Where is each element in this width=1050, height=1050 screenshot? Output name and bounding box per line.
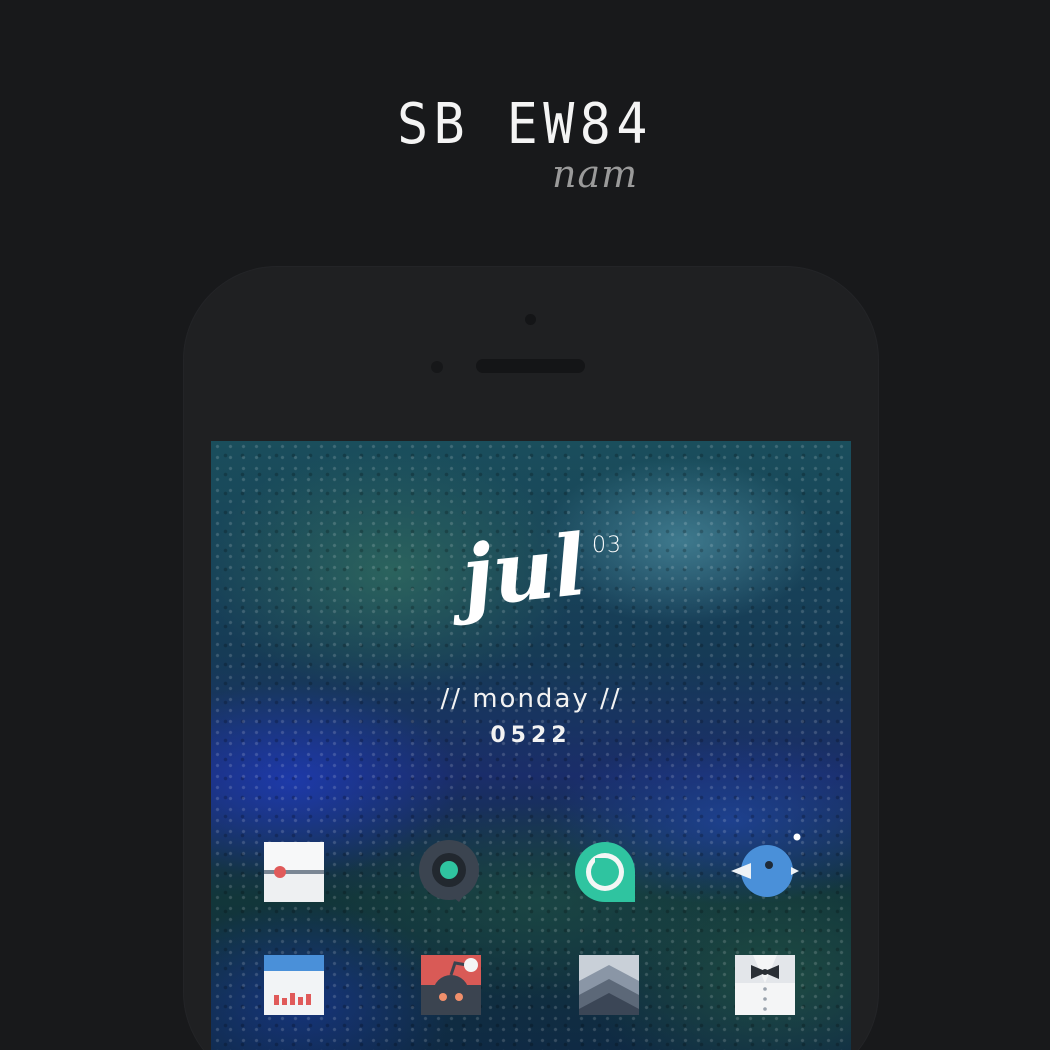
slider-settings-icon <box>264 842 324 902</box>
reddit-icon <box>421 955 481 1015</box>
promo-canvas: SB EW84 nam 03 jul // monday // 0522 <box>0 0 1050 1050</box>
app-slider-settings[interactable] <box>262 840 326 904</box>
home-screen: 03 jul // monday // 0522 <box>211 441 851 1050</box>
app-tuxedo[interactable] <box>733 953 797 1017</box>
widget-month: jul <box>457 514 591 627</box>
author-signature: nam <box>552 152 639 196</box>
app-bird[interactable] <box>729 833 801 897</box>
proximity-sensor <box>431 361 443 373</box>
widget-weekday: // monday // <box>440 684 622 714</box>
chat-bubble-icon <box>419 840 479 902</box>
refresh-bubble-icon <box>575 842 635 902</box>
theme-title: SB EW84 <box>397 92 653 157</box>
earpiece-speaker <box>476 359 585 373</box>
app-chevron-stack[interactable] <box>577 953 641 1017</box>
tuxedo-bowtie-icon <box>735 955 795 1015</box>
chevron-stack-icon <box>579 955 639 1015</box>
app-chat-bubble[interactable] <box>417 840 481 904</box>
app-refresh-bubble[interactable] <box>573 840 637 904</box>
app-reddit[interactable] <box>419 953 483 1017</box>
calendar-chart-icon <box>264 955 324 1015</box>
widget-time: 0522 <box>490 723 572 748</box>
app-calendar-chart[interactable] <box>262 953 326 1017</box>
bird-icon <box>731 833 801 897</box>
front-camera <box>525 314 536 325</box>
